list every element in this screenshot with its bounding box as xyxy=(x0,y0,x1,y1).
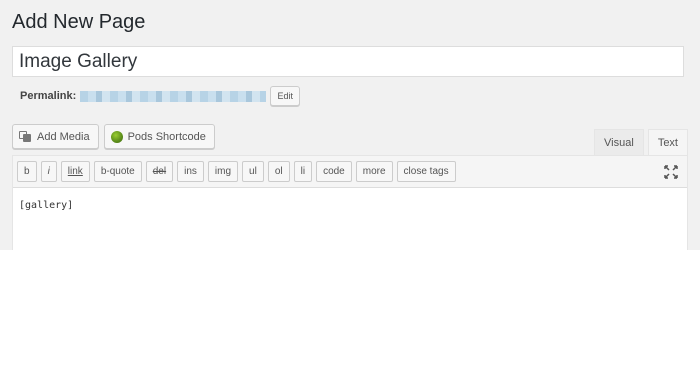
qt-ins-button[interactable]: ins xyxy=(177,161,204,182)
admin-content-area: Add New Page Permalink: Edit Add Media P… xyxy=(0,0,700,250)
permalink-edit-button[interactable]: Edit xyxy=(270,86,301,106)
editor-tabs: Visual Text xyxy=(594,129,688,155)
qt-close-tags-button[interactable]: close tags xyxy=(396,161,456,182)
qt-blockquote-button[interactable]: b-quote xyxy=(93,161,142,182)
tab-text[interactable]: Text xyxy=(647,129,688,155)
pods-shortcode-label: Pods Shortcode xyxy=(127,130,206,143)
qt-bold-button[interactable]: b xyxy=(17,161,37,182)
editor-content[interactable]: [gallery] xyxy=(19,200,73,211)
permalink-url-redacted[interactable] xyxy=(80,90,267,102)
page-title: Add New Page xyxy=(12,11,146,33)
add-media-icon xyxy=(19,131,32,142)
tab-visual[interactable]: Visual xyxy=(594,129,644,155)
qt-more-button[interactable]: more xyxy=(355,161,393,182)
qt-ul-button[interactable]: ul xyxy=(242,161,264,182)
quicktags-toolbar: b i link b-quote del ins img ul ol li co… xyxy=(13,156,687,188)
qt-code-button[interactable]: code xyxy=(316,161,352,182)
qt-ol-button[interactable]: ol xyxy=(267,161,290,182)
qt-italic-button[interactable]: i xyxy=(40,161,57,182)
text-editor: b i link b-quote del ins img ul ol li co… xyxy=(12,155,688,250)
qt-del-button[interactable]: del xyxy=(145,161,174,182)
pods-shortcode-button[interactable]: Pods Shortcode xyxy=(103,124,215,149)
pods-icon xyxy=(110,130,123,143)
permalink-row: Permalink: Edit xyxy=(20,86,301,106)
fullscreen-icon[interactable] xyxy=(664,165,678,179)
add-media-label: Add Media xyxy=(37,130,90,143)
qt-li-button[interactable]: li xyxy=(293,161,313,182)
page-title-input[interactable] xyxy=(12,46,684,77)
media-buttons: Add Media Pods Shortcode xyxy=(12,124,215,149)
qt-img-button[interactable]: img xyxy=(207,161,239,182)
qt-link-button[interactable]: link xyxy=(60,161,90,182)
add-media-button[interactable]: Add Media xyxy=(12,124,99,149)
permalink-label: Permalink: xyxy=(20,90,77,102)
